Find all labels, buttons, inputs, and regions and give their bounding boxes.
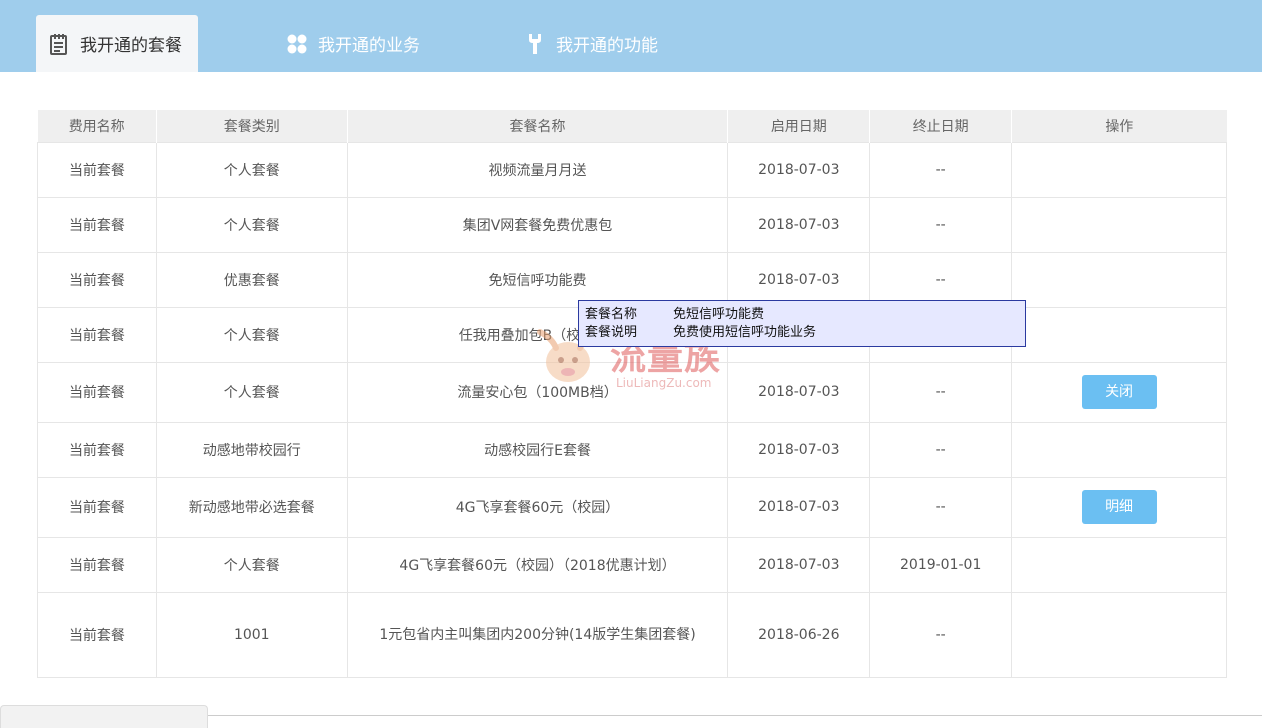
close-button[interactable]: 关闭 <box>1081 375 1157 409</box>
cell-fee: 当前套餐 <box>37 251 157 308</box>
tab-my-features[interactable]: 我开通的功能 <box>524 15 658 72</box>
cell-action <box>1011 421 1227 478</box>
table-row: 当前套餐 动感地带校园行 动感校园行E套餐 2018-07-03 -- <box>37 421 1227 478</box>
header-action: 操作 <box>1011 110 1227 142</box>
header-end-date: 终止日期 <box>869 110 1013 142</box>
tab-label: 我开通的功能 <box>556 36 658 56</box>
cell-fee: 当前套餐 <box>37 476 157 538</box>
cell-category: 优惠套餐 <box>155 251 348 308</box>
cell-category: 1001 <box>155 591 348 678</box>
tab-label: 我开通的套餐 <box>80 36 182 56</box>
tooltip-desc-value: 免费使用短信呼功能业务 <box>673 325 817 340</box>
cell-category: 个人套餐 <box>155 141 348 198</box>
package-table: 费用名称 套餐类别 套餐名称 启用日期 终止日期 操作 当前套餐 个人套餐 视频… <box>37 110 1227 678</box>
cell-fee: 当前套餐 <box>37 591 157 678</box>
cell-fee: 当前套餐 <box>37 361 157 423</box>
cell-name: 流量安心包（100MB档） <box>346 361 729 423</box>
cell-end: -- <box>869 361 1013 423</box>
cell-action <box>1011 196 1227 253</box>
cell-end: -- <box>869 476 1013 538</box>
cell-start: 2018-07-03 <box>727 251 871 308</box>
cell-action <box>1011 306 1227 363</box>
table-header-row: 费用名称 套餐类别 套餐名称 启用日期 终止日期 操作 <box>37 110 1227 142</box>
table-row: 当前套餐 个人套餐 集团V网套餐免费优惠包 2018-07-03 -- <box>37 196 1227 253</box>
tab-my-packages[interactable]: 我开通的套餐 <box>36 15 198 72</box>
cell-start: 2018-07-03 <box>727 536 871 593</box>
table-row: 当前套餐 个人套餐 流量安心包（100MB档） 2018-07-03 -- 关闭 <box>37 361 1227 423</box>
cell-fee: 当前套餐 <box>37 306 157 363</box>
cell-action <box>1011 251 1227 308</box>
cell-end: -- <box>869 141 1013 198</box>
cell-fee: 当前套餐 <box>37 196 157 253</box>
cell-start: 2018-07-03 <box>727 141 871 198</box>
cell-fee: 当前套餐 <box>37 421 157 478</box>
cell-action <box>1011 141 1227 198</box>
cell-name: 集团V网套餐免费优惠包 <box>346 196 729 253</box>
top-tab-bar: 我开通的套餐 我开通的业务 我开通的功能 <box>0 0 1262 72</box>
cell-end: -- <box>869 421 1013 478</box>
cell-category: 个人套餐 <box>155 196 348 253</box>
tooltip-desc-label: 套餐说明 <box>585 325 638 340</box>
notepad-icon <box>48 33 70 55</box>
tooltip-name-row: 套餐名称 免短信呼功能费 <box>585 306 1019 324</box>
cell-fee: 当前套餐 <box>37 141 157 198</box>
tab-label: 我开通的业务 <box>318 36 420 56</box>
tab-my-services[interactable]: 我开通的业务 <box>286 15 420 72</box>
table-row: 当前套餐 1001 1元包省内主叫集团内200分钟(14版学生集团套餐) 201… <box>37 591 1227 678</box>
bottom-tab[interactable] <box>0 705 208 728</box>
cell-action: 关闭 <box>1011 361 1227 423</box>
cell-start: 2018-06-26 <box>727 591 871 678</box>
cell-end: 2019-01-01 <box>869 536 1013 593</box>
bottom-divider <box>208 715 1262 716</box>
cell-category: 个人套餐 <box>155 361 348 423</box>
cell-name: 1元包省内主叫集团内200分钟(14版学生集团套餐) <box>346 591 729 678</box>
cell-fee: 当前套餐 <box>37 536 157 593</box>
header-package-name: 套餐名称 <box>347 110 729 142</box>
detail-button[interactable]: 明细 <box>1081 490 1157 524</box>
tooltip-name-label: 套餐名称 <box>585 307 638 322</box>
header-start-date: 启用日期 <box>727 110 871 142</box>
cell-name-link[interactable]: 免短信呼功能费 <box>346 251 729 308</box>
cell-name: 4G飞享套餐60元（校园）（2018优惠计划） <box>346 536 729 593</box>
wrench-icon <box>524 33 546 55</box>
grid-icon <box>286 33 308 55</box>
cell-end: -- <box>869 251 1013 308</box>
cell-start: 2018-07-03 <box>727 361 871 423</box>
header-fee-name: 费用名称 <box>37 110 157 142</box>
header-category: 套餐类别 <box>156 110 348 142</box>
table-row: 当前套餐 新动感地带必选套餐 4G飞享套餐60元（校园） 2018-07-03 … <box>37 476 1227 538</box>
cell-category: 动感地带校园行 <box>155 421 348 478</box>
cell-end: -- <box>869 591 1013 678</box>
cell-start: 2018-07-03 <box>727 196 871 253</box>
cell-name: 4G飞享套餐60元（校园） <box>346 476 729 538</box>
cell-category: 新动感地带必选套餐 <box>155 476 348 538</box>
cell-action <box>1011 536 1227 593</box>
cell-start: 2018-07-03 <box>727 421 871 478</box>
tooltip-desc-row: 套餐说明 免费使用短信呼功能业务 <box>585 324 1019 342</box>
cell-name: 视频流量月月送 <box>346 141 729 198</box>
cell-start: 2018-07-03 <box>727 476 871 538</box>
cell-name: 动感校园行E套餐 <box>346 421 729 478</box>
tooltip-name-value: 免短信呼功能费 <box>673 307 765 322</box>
cell-category: 个人套餐 <box>155 306 348 363</box>
cell-action <box>1011 591 1227 678</box>
table-row: 当前套餐 个人套餐 4G飞享套餐60元（校园）（2018优惠计划） 2018-0… <box>37 536 1227 593</box>
table-row: 当前套餐 优惠套餐 免短信呼功能费 2018-07-03 -- <box>37 251 1227 308</box>
cell-action: 明细 <box>1011 476 1227 538</box>
package-tooltip: 套餐名称 免短信呼功能费 套餐说明 免费使用短信呼功能业务 <box>578 300 1026 347</box>
table-row: 当前套餐 个人套餐 视频流量月月送 2018-07-03 -- <box>37 141 1227 198</box>
cell-category: 个人套餐 <box>155 536 348 593</box>
cell-end: -- <box>869 196 1013 253</box>
